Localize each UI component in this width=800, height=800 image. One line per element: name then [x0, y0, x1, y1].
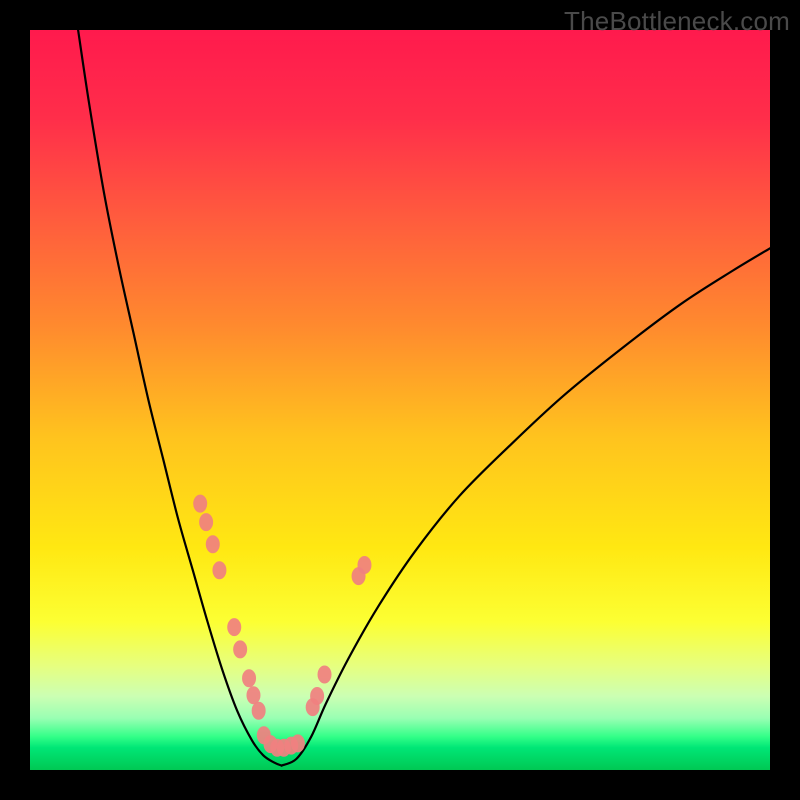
marker-point: [233, 640, 247, 658]
marker-point: [246, 686, 260, 704]
marker-point: [310, 687, 324, 705]
plot-area: [30, 30, 770, 770]
marker-point: [252, 702, 266, 720]
marker-point: [199, 513, 213, 531]
marker-point: [291, 734, 305, 752]
chart-svg: [30, 30, 770, 770]
marker-point: [318, 666, 332, 684]
marker-point: [242, 669, 256, 687]
chart-container: TheBottleneck.com: [0, 0, 800, 800]
marker-point: [212, 561, 226, 579]
watermark-text: TheBottleneck.com: [564, 6, 790, 37]
marker-point: [357, 556, 371, 574]
marker-point: [227, 618, 241, 636]
marker-point: [193, 495, 207, 513]
marker-point: [206, 535, 220, 553]
gradient-background: [30, 30, 770, 770]
